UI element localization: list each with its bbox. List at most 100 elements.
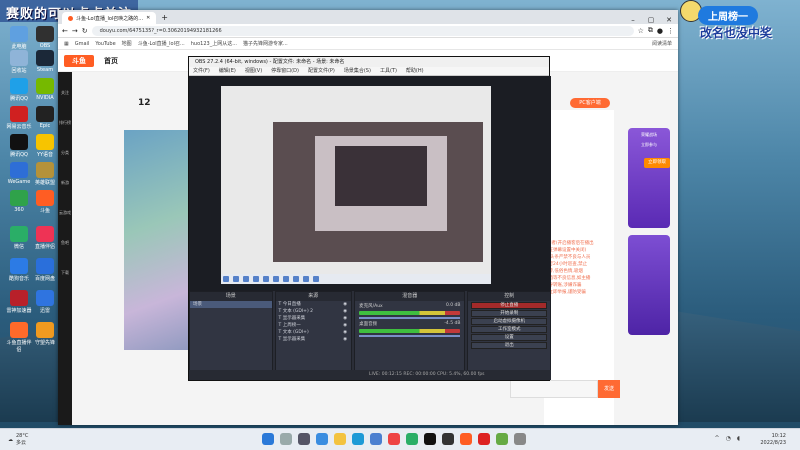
source-item[interactable]: T 文本 (GDI+) 2 ◉	[276, 308, 352, 315]
wifi-icon[interactable]: ◔	[726, 435, 731, 442]
bookmark-item[interactable]: Gmail	[75, 41, 90, 47]
desktop-icon[interactable]: 雷神加速器	[6, 290, 32, 314]
profile-icon[interactable]: ●	[657, 27, 663, 35]
reload-icon[interactable]: ↻	[82, 27, 88, 35]
douyu-icon[interactable]	[460, 433, 472, 445]
volume-icon[interactable]: ◖	[737, 435, 740, 442]
douyu-logo[interactable]: 斗鱼	[64, 54, 94, 67]
obs-control-button[interactable]: 工作室模式	[471, 326, 547, 333]
eye-icon[interactable]: ◉	[343, 336, 347, 343]
desktop-icon[interactable]: 网易云音乐	[6, 106, 32, 130]
obs-menu-item[interactable]: 停靠窗口(D)	[271, 67, 299, 75]
desktop-icon[interactable]: 直播伴侣	[32, 226, 58, 250]
obs-control-button[interactable]: 开始录制	[471, 310, 547, 317]
desktop-icon[interactable]: 守望先锋	[32, 322, 58, 346]
search-icon[interactable]	[280, 433, 292, 445]
left-nav-item[interactable]: 云游戏	[58, 192, 72, 222]
wechat-icon[interactable]	[406, 433, 418, 445]
address-bar[interactable]: douyu.com/6475135?_r=0.30620194932181266	[91, 25, 634, 36]
source-item[interactable]: T 今日直播 ◉	[276, 301, 352, 308]
nav-home-link[interactable]: 首页	[104, 56, 118, 66]
desktop-icon[interactable]: NVIDIA	[32, 78, 58, 101]
obs-control-button[interactable]: 设置	[471, 334, 547, 341]
desktop-icon[interactable]: Epic	[32, 106, 58, 129]
obs-control-button[interactable]: 停止直播	[471, 302, 547, 309]
desktop-icon[interactable]: 迅雷	[32, 290, 58, 314]
bookmark-item[interactable]: huo123_上网从这...	[191, 40, 237, 47]
store-icon[interactable]	[370, 433, 382, 445]
left-nav-item[interactable]: 下载	[58, 252, 72, 282]
obs-menu-item[interactable]: 编辑(E)	[219, 67, 236, 75]
back-icon[interactable]: ←	[62, 27, 68, 35]
claim-button[interactable]: 立即领取	[644, 158, 670, 168]
close-tab-icon[interactable]: ✕	[146, 15, 150, 21]
left-nav-item[interactable]: 新游	[58, 162, 72, 192]
chrome-icon[interactable]	[388, 433, 400, 445]
widgets-icon[interactable]	[316, 433, 328, 445]
source-item[interactable]: T 上周榜一 ◉	[276, 322, 352, 329]
obs-menu-item[interactable]: 工具(T)	[380, 67, 397, 75]
desktop-icon[interactable]: OBS	[32, 26, 58, 49]
start-icon[interactable]	[262, 433, 274, 445]
star-icon[interactable]: ☆	[638, 27, 644, 35]
source-item[interactable]: T 显示器采集 ◉	[276, 336, 352, 343]
eye-icon[interactable]: ◉	[343, 329, 347, 336]
chevron-up-icon[interactable]: ^	[715, 435, 720, 442]
obs-menu-item[interactable]: 场景集合(S)	[344, 67, 371, 75]
music-icon[interactable]	[478, 433, 490, 445]
eye-icon[interactable]: ◉	[343, 322, 347, 329]
eye-icon[interactable]: ◉	[343, 301, 347, 308]
game-icon[interactable]	[496, 433, 508, 445]
obs-icon[interactable]	[442, 433, 454, 445]
obs-menu-item[interactable]: 文件(F)	[193, 67, 210, 75]
desktop-icon[interactable]: 百度网盘	[32, 258, 58, 282]
menu-icon[interactable]: ⋮	[667, 27, 674, 35]
task-view-icon[interactable]	[298, 433, 310, 445]
desktop-icon[interactable]: 此电脑	[6, 26, 32, 50]
desktop-icon[interactable]: 酷狗音乐	[6, 258, 32, 282]
scene-item[interactable]: 场景	[190, 301, 272, 308]
desktop-icon[interactable]: 斗鱼直播伴侣	[6, 322, 32, 353]
obs-control-button[interactable]: 退出	[471, 342, 547, 349]
left-nav-item[interactable]: 关注	[58, 72, 72, 102]
desktop-icon[interactable]: 360	[6, 190, 32, 213]
source-item[interactable]: T 文本 (GDI+) ◉	[276, 329, 352, 336]
maximize-icon[interactable]: ▢	[642, 16, 660, 24]
send-button[interactable]: 发送	[598, 380, 620, 398]
left-nav-item[interactable]: 鱼吧	[58, 222, 72, 252]
promo-banner-2[interactable]	[628, 235, 670, 335]
desktop-icon[interactable]: 腾讯QQ	[6, 78, 32, 102]
desktop-icon[interactable]: WeGame	[6, 162, 32, 185]
desktop-icon[interactable]: 微信	[6, 226, 32, 250]
apps-icon[interactable]: ▦	[64, 41, 69, 47]
eye-icon[interactable]: ◉	[343, 308, 347, 315]
close-icon[interactable]: ✕	[660, 16, 678, 24]
taskbar-clock[interactable]: 10:12 2022/8/23	[760, 433, 786, 447]
browser-tab-active[interactable]: 斗鱼-Lol直播_lol召唤之路的... ✕	[62, 12, 157, 24]
qq-icon[interactable]	[424, 433, 436, 445]
extensions-icon[interactable]: ⧉	[648, 26, 653, 35]
chat-input[interactable]	[510, 380, 598, 398]
forward-icon[interactable]: →	[72, 27, 78, 35]
desktop-icon[interactable]: 腾讯QQ	[6, 134, 32, 158]
obs-control-button[interactable]: 启动虚拟摄像机	[471, 318, 547, 325]
desktop-icon[interactable]: Steam	[32, 50, 58, 73]
obs-menu-item[interactable]: 视图(V)	[245, 67, 262, 75]
bookmark-item[interactable]: YouTube	[95, 41, 115, 47]
bookmark-item[interactable]: 猫子先锋网游专家...	[243, 40, 288, 47]
desktop-icon[interactable]: 斗鱼	[32, 190, 58, 214]
obs-menu-item[interactable]: 配置文件(P)	[308, 67, 335, 75]
desktop-icon[interactable]: 回收站	[6, 50, 32, 74]
obs-preview[interactable]	[189, 76, 551, 291]
bookmark-item[interactable]: 地图	[122, 40, 132, 47]
file-explorer-icon[interactable]	[334, 433, 346, 445]
desktop-icon[interactable]: 英雄联盟	[32, 162, 58, 186]
obs-menu-item[interactable]: 帮助(H)	[406, 67, 424, 75]
source-item[interactable]: T 显示器采集 ◉	[276, 315, 352, 322]
weather-widget[interactable]: ☁ 28°C 多云	[8, 433, 28, 446]
volume-slider[interactable]	[359, 335, 461, 337]
reading-list[interactable]: 阅读清单	[652, 40, 672, 47]
eye-icon[interactable]: ◉	[343, 315, 347, 322]
desktop-icon[interactable]: YY语音	[32, 134, 58, 158]
left-nav-item[interactable]: 排行榜	[58, 102, 72, 132]
